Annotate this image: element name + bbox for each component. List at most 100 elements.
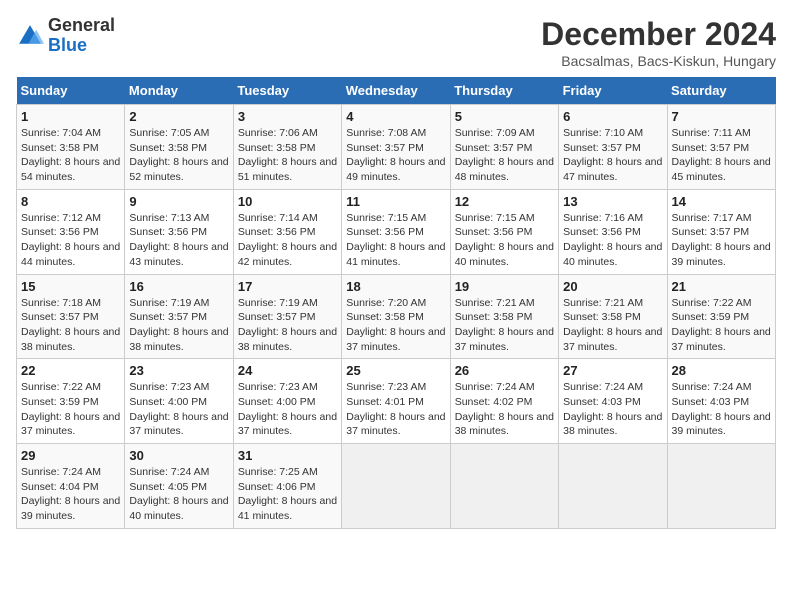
daylight-text: Daylight: 8 hours and 40 minutes.: [563, 241, 662, 268]
day-number: 19: [455, 279, 554, 294]
day-cell: 11 Sunrise: 7:15 AM Sunset: 3:56 PM Dayl…: [342, 189, 450, 274]
day-cell: 26 Sunrise: 7:24 AM Sunset: 4:02 PM Dayl…: [450, 359, 558, 444]
day-info: Sunrise: 7:09 AM Sunset: 3:57 PM Dayligh…: [455, 126, 554, 185]
day-info: Sunrise: 7:19 AM Sunset: 3:57 PM Dayligh…: [238, 296, 337, 355]
sunrise-text: Sunrise: 7:24 AM: [672, 381, 752, 393]
day-number: 7: [672, 109, 771, 124]
sunrise-text: Sunrise: 7:22 AM: [21, 381, 101, 393]
day-number: 15: [21, 279, 120, 294]
day-info: Sunrise: 7:05 AM Sunset: 3:58 PM Dayligh…: [129, 126, 228, 185]
day-number: 21: [672, 279, 771, 294]
sunrise-text: Sunrise: 7:15 AM: [346, 212, 426, 224]
day-cell: 17 Sunrise: 7:19 AM Sunset: 3:57 PM Dayl…: [233, 274, 341, 359]
empty-day-cell: [342, 444, 450, 529]
day-info: Sunrise: 7:15 AM Sunset: 3:56 PM Dayligh…: [455, 211, 554, 270]
day-info: Sunrise: 7:08 AM Sunset: 3:57 PM Dayligh…: [346, 126, 445, 185]
sunrise-text: Sunrise: 7:20 AM: [346, 297, 426, 309]
day-info: Sunrise: 7:16 AM Sunset: 3:56 PM Dayligh…: [563, 211, 662, 270]
logo-text: GeneralBlue: [48, 16, 115, 56]
sunrise-text: Sunrise: 7:21 AM: [455, 297, 535, 309]
calendar-week-row: 1 Sunrise: 7:04 AM Sunset: 3:58 PM Dayli…: [17, 105, 776, 190]
day-info: Sunrise: 7:24 AM Sunset: 4:03 PM Dayligh…: [672, 380, 771, 439]
sunset-text: Sunset: 4:00 PM: [238, 396, 316, 408]
day-number: 23: [129, 363, 228, 378]
day-info: Sunrise: 7:18 AM Sunset: 3:57 PM Dayligh…: [21, 296, 120, 355]
daylight-text: Daylight: 8 hours and 39 minutes.: [672, 411, 771, 438]
sunrise-text: Sunrise: 7:24 AM: [129, 466, 209, 478]
daylight-text: Daylight: 8 hours and 38 minutes.: [129, 326, 228, 353]
sunrise-text: Sunrise: 7:14 AM: [238, 212, 318, 224]
day-cell: 5 Sunrise: 7:09 AM Sunset: 3:57 PM Dayli…: [450, 105, 558, 190]
sunrise-text: Sunrise: 7:15 AM: [455, 212, 535, 224]
day-number: 17: [238, 279, 337, 294]
sunset-text: Sunset: 3:56 PM: [455, 226, 533, 238]
daylight-text: Daylight: 8 hours and 37 minutes.: [238, 411, 337, 438]
day-cell: 28 Sunrise: 7:24 AM Sunset: 4:03 PM Dayl…: [667, 359, 775, 444]
empty-day-cell: [667, 444, 775, 529]
day-number: 18: [346, 279, 445, 294]
day-number: 14: [672, 194, 771, 209]
day-cell: 19 Sunrise: 7:21 AM Sunset: 3:58 PM Dayl…: [450, 274, 558, 359]
sunset-text: Sunset: 4:05 PM: [129, 481, 207, 493]
sunset-text: Sunset: 4:02 PM: [455, 396, 533, 408]
sunrise-text: Sunrise: 7:21 AM: [563, 297, 643, 309]
header-monday: Monday: [125, 77, 233, 105]
sunrise-text: Sunrise: 7:24 AM: [21, 466, 101, 478]
sunrise-text: Sunrise: 7:24 AM: [563, 381, 643, 393]
daylight-text: Daylight: 8 hours and 37 minutes.: [346, 326, 445, 353]
sunset-text: Sunset: 3:56 PM: [346, 226, 424, 238]
daylight-text: Daylight: 8 hours and 43 minutes.: [129, 241, 228, 268]
day-number: 4: [346, 109, 445, 124]
day-info: Sunrise: 7:11 AM Sunset: 3:57 PM Dayligh…: [672, 126, 771, 185]
daylight-text: Daylight: 8 hours and 44 minutes.: [21, 241, 120, 268]
day-number: 16: [129, 279, 228, 294]
day-number: 13: [563, 194, 662, 209]
day-info: Sunrise: 7:13 AM Sunset: 3:56 PM Dayligh…: [129, 211, 228, 270]
sunset-text: Sunset: 3:56 PM: [563, 226, 641, 238]
empty-day-cell: [559, 444, 667, 529]
day-cell: 8 Sunrise: 7:12 AM Sunset: 3:56 PM Dayli…: [17, 189, 125, 274]
sunrise-text: Sunrise: 7:19 AM: [238, 297, 318, 309]
day-number: 5: [455, 109, 554, 124]
day-info: Sunrise: 7:22 AM Sunset: 3:59 PM Dayligh…: [672, 296, 771, 355]
calendar-table: Sunday Monday Tuesday Wednesday Thursday…: [16, 77, 776, 529]
day-info: Sunrise: 7:21 AM Sunset: 3:58 PM Dayligh…: [455, 296, 554, 355]
day-number: 3: [238, 109, 337, 124]
sunset-text: Sunset: 4:03 PM: [672, 396, 750, 408]
day-info: Sunrise: 7:14 AM Sunset: 3:56 PM Dayligh…: [238, 211, 337, 270]
daylight-text: Daylight: 8 hours and 42 minutes.: [238, 241, 337, 268]
day-info: Sunrise: 7:19 AM Sunset: 3:57 PM Dayligh…: [129, 296, 228, 355]
empty-day-cell: [450, 444, 558, 529]
day-cell: 6 Sunrise: 7:10 AM Sunset: 3:57 PM Dayli…: [559, 105, 667, 190]
weekday-header-row: Sunday Monday Tuesday Wednesday Thursday…: [17, 77, 776, 105]
day-cell: 31 Sunrise: 7:25 AM Sunset: 4:06 PM Dayl…: [233, 444, 341, 529]
calendar-week-row: 8 Sunrise: 7:12 AM Sunset: 3:56 PM Dayli…: [17, 189, 776, 274]
sunrise-text: Sunrise: 7:17 AM: [672, 212, 752, 224]
daylight-text: Daylight: 8 hours and 38 minutes.: [21, 326, 120, 353]
daylight-text: Daylight: 8 hours and 37 minutes.: [21, 411, 120, 438]
sunset-text: Sunset: 3:57 PM: [455, 142, 533, 154]
sunset-text: Sunset: 3:58 PM: [21, 142, 99, 154]
day-info: Sunrise: 7:06 AM Sunset: 3:58 PM Dayligh…: [238, 126, 337, 185]
day-cell: 24 Sunrise: 7:23 AM Sunset: 4:00 PM Dayl…: [233, 359, 341, 444]
sunrise-text: Sunrise: 7:24 AM: [455, 381, 535, 393]
sunset-text: Sunset: 3:58 PM: [238, 142, 316, 154]
day-cell: 16 Sunrise: 7:19 AM Sunset: 3:57 PM Dayl…: [125, 274, 233, 359]
day-cell: 3 Sunrise: 7:06 AM Sunset: 3:58 PM Dayli…: [233, 105, 341, 190]
day-cell: 15 Sunrise: 7:18 AM Sunset: 3:57 PM Dayl…: [17, 274, 125, 359]
day-info: Sunrise: 7:10 AM Sunset: 3:57 PM Dayligh…: [563, 126, 662, 185]
logo: GeneralBlue: [16, 16, 115, 56]
day-info: Sunrise: 7:23 AM Sunset: 4:00 PM Dayligh…: [129, 380, 228, 439]
sunrise-text: Sunrise: 7:23 AM: [129, 381, 209, 393]
month-year-title: December 2024: [541, 16, 776, 53]
daylight-text: Daylight: 8 hours and 54 minutes.: [21, 156, 120, 183]
sunset-text: Sunset: 3:57 PM: [129, 311, 207, 323]
day-cell: 12 Sunrise: 7:15 AM Sunset: 3:56 PM Dayl…: [450, 189, 558, 274]
daylight-text: Daylight: 8 hours and 39 minutes.: [21, 495, 120, 522]
sunset-text: Sunset: 4:01 PM: [346, 396, 424, 408]
daylight-text: Daylight: 8 hours and 49 minutes.: [346, 156, 445, 183]
day-number: 6: [563, 109, 662, 124]
calendar-week-row: 15 Sunrise: 7:18 AM Sunset: 3:57 PM Dayl…: [17, 274, 776, 359]
sunset-text: Sunset: 3:58 PM: [563, 311, 641, 323]
day-number: 1: [21, 109, 120, 124]
